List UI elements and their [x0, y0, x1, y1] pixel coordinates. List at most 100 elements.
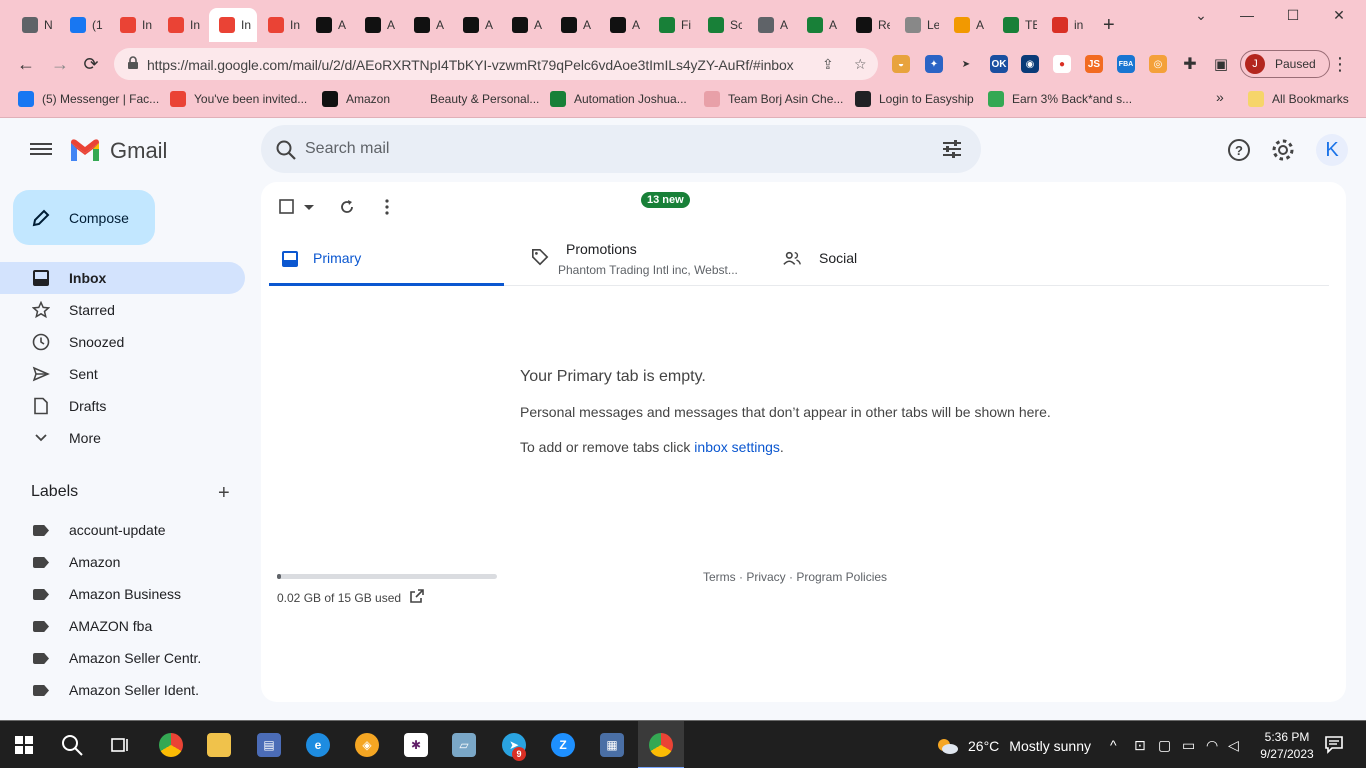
more-bookmarks-icon[interactable]: »	[1216, 89, 1224, 105]
address-bar[interactable]: https://mail.google.com/mail/u/2/d/AEoRX…	[114, 48, 878, 80]
browser-menu-icon[interactable]: ⋮	[1328, 52, 1352, 76]
help-icon[interactable]: ?	[1227, 138, 1251, 162]
bookmark-item[interactable]: You've been invited...	[170, 91, 307, 107]
extension-fba-icon[interactable]: FBA	[1117, 55, 1135, 73]
forward-icon[interactable]: →	[48, 52, 72, 76]
site-info-icon[interactable]	[126, 56, 140, 70]
extension-orange-icon[interactable]: ◎	[1149, 55, 1167, 73]
meet-icon[interactable]: ⊡	[1134, 737, 1146, 754]
create-label-icon[interactable]: +	[218, 482, 230, 505]
browser-tab[interactable]: A	[797, 8, 841, 42]
select-checkbox[interactable]	[277, 197, 297, 217]
browser-tab[interactable]: Re	[846, 8, 890, 42]
extension-chart-icon[interactable]: ◉	[1021, 55, 1039, 73]
windows-start-icon[interactable]	[12, 733, 36, 757]
bookmark-item[interactable]: Earn 3% Back*and s...	[988, 91, 1132, 107]
bookmark-item[interactable]: Beauty & Personal...	[406, 91, 539, 107]
browser-tab[interactable]: A	[404, 8, 448, 42]
sidebar-item-starred[interactable]: Starred	[0, 294, 245, 326]
browser-tab[interactable]: In	[110, 8, 154, 42]
zoom-icon[interactable]: Z	[551, 733, 575, 757]
sidebar-item-drafts[interactable]: Drafts	[0, 390, 245, 422]
more-options-icon[interactable]	[377, 197, 397, 217]
taskbar-search-icon[interactable]	[60, 733, 84, 757]
calculator-icon[interactable]: ▦	[600, 733, 624, 757]
bookmark-item[interactable]: Login to Easyship	[855, 91, 974, 107]
main-menu-icon[interactable]	[30, 140, 52, 160]
new-tab-button[interactable]: +	[1103, 14, 1115, 37]
browser-tab[interactable]: TE	[993, 8, 1037, 42]
battery-icon[interactable]: ▭	[1182, 737, 1195, 754]
sidebar-item-snoozed[interactable]: Snoozed	[0, 326, 245, 358]
refresh-icon[interactable]	[337, 197, 357, 217]
network-app-icon[interactable]: ▤	[257, 733, 281, 757]
chrome-taskbar-icon[interactable]	[159, 733, 183, 757]
search-icon[interactable]	[275, 139, 297, 161]
browser-tab[interactable]: A	[600, 8, 644, 42]
settings-gear-icon[interactable]	[1271, 138, 1295, 162]
browser-tab[interactable]: In	[258, 8, 302, 42]
browser-tab[interactable]: A	[306, 8, 350, 42]
sidebar-item-inbox[interactable]: Inbox	[0, 262, 245, 294]
browser-tab[interactable]: A	[502, 8, 546, 42]
tab-search-icon[interactable]: ⌄	[1178, 4, 1224, 26]
browser-tab[interactable]: A	[453, 8, 497, 42]
google-account-avatar[interactable]: K	[1316, 134, 1348, 166]
search-options-icon[interactable]	[941, 138, 963, 160]
search-input[interactable]	[305, 137, 905, 161]
extension-compass-icon[interactable]: ✦	[925, 55, 943, 73]
chrome-active-icon[interactable]	[649, 733, 673, 757]
browser-tab[interactable]: Le	[895, 8, 939, 42]
browser-tab[interactable]: A	[748, 8, 792, 42]
extensions-puzzle-icon[interactable]: ✚	[1181, 55, 1199, 73]
label-item[interactable]: account-update	[0, 514, 245, 546]
tab-social[interactable]: Social	[773, 232, 1008, 286]
browser-tab[interactable]: Sc	[698, 8, 742, 42]
slack-icon[interactable]: ✱	[404, 733, 428, 757]
bookmark-item[interactable]: (5) Messenger | Fac...	[18, 91, 159, 107]
bookmark-star-icon[interactable]: ☆	[854, 56, 870, 72]
compose-button[interactable]: Compose	[13, 190, 155, 245]
extension-ok-icon[interactable]: OK	[990, 55, 1008, 73]
side-panel-icon[interactable]: ▣	[1212, 55, 1230, 73]
volume-icon[interactable]: ◁	[1228, 737, 1239, 754]
wifi-icon[interactable]: ◠	[1206, 737, 1218, 754]
browser-tab[interactable]: A	[355, 8, 399, 42]
label-item[interactable]: AMAZON fba	[0, 610, 245, 642]
inbox-settings-link[interactable]: inbox settings	[694, 439, 780, 455]
browser-tab[interactable]: (1	[60, 8, 104, 42]
browser-tab[interactable]: A	[944, 8, 988, 42]
share-icon[interactable]: ⇪	[822, 56, 838, 72]
extension-arrow-icon[interactable]: ➤	[957, 55, 975, 73]
browser-tab[interactable]: N	[12, 8, 56, 42]
display-icon[interactable]: ▢	[1158, 737, 1171, 754]
extension-cake-icon[interactable]: ◒	[892, 55, 910, 73]
back-icon[interactable]: ←	[14, 52, 38, 76]
tray-overflow-icon[interactable]: ^	[1110, 737, 1117, 753]
task-view-icon[interactable]	[108, 733, 132, 757]
bookmark-item[interactable]: Automation Joshua...	[550, 91, 687, 107]
tab-promotions[interactable]: Promotions	[521, 232, 781, 286]
gmail-logo-icon[interactable]	[69, 137, 101, 163]
minimize-icon[interactable]: —	[1224, 4, 1270, 26]
bookmark-item[interactable]: Amazon	[322, 91, 390, 107]
tab-primary[interactable]: Primary	[269, 232, 504, 286]
label-item[interactable]: Amazon Business	[0, 578, 245, 610]
reload-icon[interactable]: ⟳	[79, 52, 103, 76]
browser-tab[interactable]: A	[551, 8, 595, 42]
label-item[interactable]: Amazon	[0, 546, 245, 578]
sidebar-item-more[interactable]: More	[0, 422, 245, 454]
open-storage-icon[interactable]	[409, 588, 425, 604]
all-bookmarks-folder[interactable]: All Bookmarks	[1248, 91, 1349, 107]
notes-app-icon[interactable]: ▱	[452, 733, 476, 757]
sidebar-item-sent[interactable]: Sent	[0, 358, 245, 390]
label-item[interactable]: Amazon Seller Ident.	[0, 674, 245, 706]
file-explorer-icon[interactable]	[207, 733, 231, 757]
edge-icon[interactable]: e	[306, 733, 330, 757]
close-window-icon[interactable]: ✕	[1316, 4, 1362, 26]
profile-button[interactable]: J Paused	[1240, 50, 1330, 78]
select-dropdown-icon[interactable]	[299, 197, 319, 217]
vpn-shield-icon[interactable]: ◈	[355, 733, 379, 757]
browser-tab[interactable]: Fi	[649, 8, 693, 42]
extension-pokeball-icon[interactable]: ●	[1053, 55, 1071, 73]
